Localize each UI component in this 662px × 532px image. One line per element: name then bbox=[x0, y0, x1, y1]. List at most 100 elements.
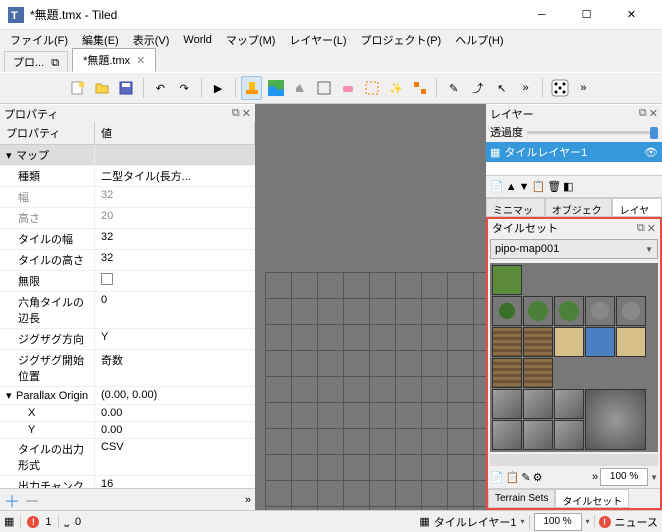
tileset-view[interactable] bbox=[490, 263, 658, 452]
new-layer-button[interactable]: 📄 bbox=[490, 180, 504, 193]
remove-property-button[interactable]: － bbox=[24, 488, 40, 512]
tile[interactable] bbox=[523, 389, 553, 419]
map-canvas[interactable] bbox=[255, 104, 486, 510]
prop-value[interactable]: 0 bbox=[95, 292, 255, 328]
tile[interactable] bbox=[616, 327, 646, 357]
maximize-button[interactable]: ☐ bbox=[564, 1, 609, 29]
panel-undock-icon[interactable]: ⧉ bbox=[637, 222, 645, 235]
tile[interactable] bbox=[585, 327, 615, 357]
menu-edit[interactable]: 編集(E) bbox=[76, 30, 125, 50]
tile[interactable] bbox=[492, 327, 522, 357]
prop-value[interactable]: Y bbox=[95, 329, 255, 349]
prop-value-checkbox[interactable] bbox=[95, 271, 255, 291]
more-icon[interactable]: » bbox=[592, 471, 598, 483]
tab-terrain-sets[interactable]: Terrain Sets bbox=[488, 489, 555, 508]
prop-parallax-label[interactable]: ▾Parallax Origin bbox=[0, 387, 95, 404]
highlight-layer-button[interactable]: ◧ bbox=[563, 180, 573, 193]
document-tab[interactable]: *無題.tmx ✕ bbox=[72, 48, 156, 72]
tileset-props-button[interactable]: ⚙ bbox=[533, 471, 543, 484]
eraser-tool-button[interactable] bbox=[337, 76, 358, 100]
shape-fill-button[interactable] bbox=[313, 76, 334, 100]
path-tool-button[interactable]: ⤴ bbox=[467, 76, 488, 100]
prop-value[interactable]: 16 bbox=[95, 476, 255, 488]
prop-header-name[interactable]: プロパティ bbox=[0, 122, 95, 144]
tile[interactable] bbox=[585, 296, 615, 326]
menu-world[interactable]: World bbox=[177, 32, 218, 48]
embed-tileset-button[interactable]: 📋 bbox=[506, 471, 520, 484]
tab-close-icon[interactable]: ✕ bbox=[136, 54, 145, 67]
edit-polygon-button[interactable]: ✎ bbox=[443, 76, 464, 100]
menu-file[interactable]: ファイル(F) bbox=[4, 30, 74, 50]
command-button[interactable]: ▶ bbox=[208, 76, 229, 100]
open-file-button[interactable] bbox=[92, 76, 113, 100]
tab-minimap[interactable]: ミニマップ bbox=[486, 198, 545, 217]
tile[interactable] bbox=[585, 389, 646, 450]
prop-header-value[interactable]: 値 bbox=[95, 122, 255, 144]
tile[interactable] bbox=[492, 389, 522, 419]
save-file-button[interactable] bbox=[116, 76, 137, 100]
random-mode-button[interactable] bbox=[549, 76, 570, 100]
pointer-tool-button[interactable]: ↖ bbox=[491, 76, 512, 100]
new-file-button[interactable] bbox=[68, 76, 89, 100]
delete-layer-button[interactable]: 🗑 bbox=[547, 180, 561, 193]
opacity-slider[interactable] bbox=[527, 131, 658, 134]
prop-value[interactable]: CSV bbox=[95, 439, 255, 475]
tile[interactable] bbox=[554, 327, 584, 357]
duplicate-layer-button[interactable]: 📋 bbox=[531, 180, 545, 193]
edit-tileset-button[interactable]: ✎ bbox=[521, 471, 530, 484]
prop-value[interactable]: 32 bbox=[95, 229, 255, 249]
move-down-button[interactable]: ▼ bbox=[519, 181, 530, 193]
tile[interactable] bbox=[554, 389, 584, 419]
chevron-down-icon[interactable]: ▾ bbox=[586, 517, 590, 526]
tile[interactable] bbox=[554, 420, 584, 450]
panel-close-icon[interactable]: ✕ bbox=[647, 222, 656, 235]
visibility-icon[interactable]: 👁 bbox=[644, 146, 658, 159]
tile[interactable] bbox=[523, 296, 553, 326]
error-icon[interactable]: ! bbox=[27, 516, 39, 528]
more-icon[interactable]: » bbox=[573, 76, 594, 100]
tileset-zoom-input[interactable]: 100 % bbox=[600, 468, 648, 486]
new-tileset-button[interactable]: 📄 bbox=[490, 471, 504, 484]
panel-undock-icon[interactable]: ⧉ bbox=[639, 107, 647, 120]
panel-undock-icon[interactable]: ⧉ bbox=[232, 107, 240, 120]
wand-select-button[interactable]: ✨ bbox=[385, 76, 406, 100]
console-icon[interactable]: ▦ bbox=[4, 515, 14, 528]
tile[interactable] bbox=[492, 420, 522, 450]
add-property-button[interactable]: ＋ bbox=[4, 488, 20, 512]
menu-map[interactable]: マップ(M) bbox=[220, 30, 282, 50]
fill-tool-button[interactable] bbox=[289, 76, 310, 100]
panel-close-icon[interactable]: ✕ bbox=[649, 107, 658, 120]
chevron-down-icon[interactable]: ▼ bbox=[650, 473, 658, 482]
prop-value[interactable]: 0.00 bbox=[95, 422, 255, 438]
panel-close-icon[interactable]: ✕ bbox=[242, 107, 251, 120]
prop-value[interactable]: 二型タイル(長方... bbox=[95, 166, 255, 186]
status-layer-dropdown[interactable]: タイルレイヤー1 bbox=[434, 514, 517, 530]
tile[interactable] bbox=[492, 296, 522, 326]
close-button[interactable]: ✕ bbox=[609, 1, 654, 29]
prop-value[interactable]: 0.00 bbox=[95, 405, 255, 421]
chevron-down-icon[interactable]: ▾ bbox=[521, 517, 525, 526]
tile[interactable] bbox=[554, 296, 584, 326]
tab-tileset[interactable]: タイルセット bbox=[555, 489, 629, 508]
more-icon[interactable]: » bbox=[245, 494, 251, 506]
tab-object[interactable]: オブジェクト bbox=[545, 198, 613, 217]
tile[interactable] bbox=[492, 358, 522, 388]
layer-item[interactable]: ▦ タイルレイヤー1 👁 bbox=[486, 142, 662, 162]
tile[interactable] bbox=[523, 420, 553, 450]
redo-button[interactable]: ↷ bbox=[174, 76, 195, 100]
terrain-tool-button[interactable] bbox=[265, 76, 286, 100]
tile[interactable] bbox=[523, 358, 553, 388]
stamp-tool-button[interactable] bbox=[241, 76, 262, 100]
zoom-input[interactable]: 100 % bbox=[534, 513, 582, 531]
news-alert-icon[interactable]: ! bbox=[599, 516, 611, 528]
tile[interactable] bbox=[523, 327, 553, 357]
tab-layer[interactable]: レイヤー bbox=[612, 198, 662, 217]
menu-layer[interactable]: レイヤー(L) bbox=[283, 30, 352, 50]
dock-tab[interactable]: プロ... ⧉ bbox=[4, 51, 68, 72]
horizontal-scrollbar[interactable] bbox=[490, 454, 658, 466]
section-map[interactable]: ▾マップ bbox=[0, 145, 95, 165]
select-rect-button[interactable] bbox=[361, 76, 382, 100]
menu-view[interactable]: 表示(V) bbox=[127, 30, 176, 50]
menu-project[interactable]: プロジェクト(P) bbox=[355, 30, 448, 50]
move-up-button[interactable]: ▲ bbox=[506, 181, 517, 193]
